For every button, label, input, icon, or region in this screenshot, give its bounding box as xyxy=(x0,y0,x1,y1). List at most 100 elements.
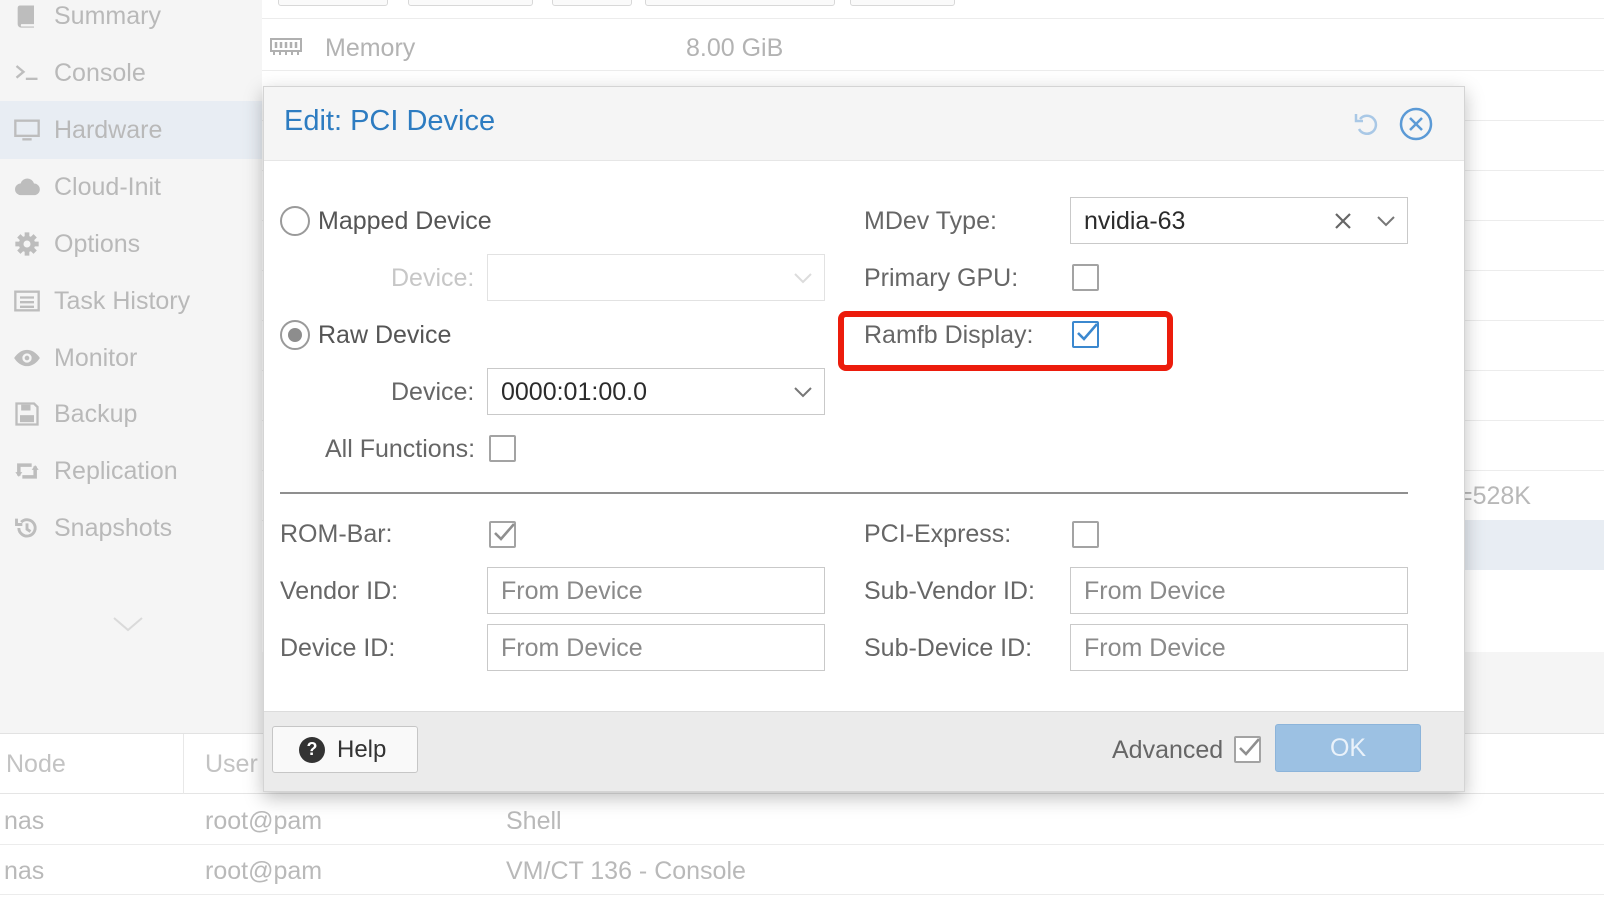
all-functions-label: All Functions: xyxy=(325,435,476,463)
vendor-id-placeholder: From Device xyxy=(501,577,643,605)
sidebar-item-task-history[interactable]: Task History xyxy=(0,272,262,330)
rom-bar-checkbox[interactable] xyxy=(489,521,516,548)
sidebar-item-options[interactable]: Options xyxy=(0,215,262,273)
raw-device-label: Raw Device xyxy=(318,321,452,349)
chevron-down-icon[interactable] xyxy=(110,612,146,636)
reset-button[interactable] xyxy=(1348,105,1386,143)
pci-express-label: PCI-Express: xyxy=(864,520,1012,548)
sidebar-item-console[interactable]: Console xyxy=(0,44,262,102)
memory-label: Memory xyxy=(325,33,416,62)
sidebar-item-cloud-init[interactable]: Cloud-Init xyxy=(0,158,262,216)
all-functions-checkbox[interactable] xyxy=(489,435,516,462)
terminal-icon xyxy=(0,59,54,87)
mapped-device-select xyxy=(487,254,825,301)
sidebar-item-backup[interactable]: Backup xyxy=(0,385,262,443)
advanced-checkbox[interactable] xyxy=(1234,736,1261,763)
ramfb-display-checkbox[interactable] xyxy=(1072,321,1099,348)
sidebar-item-label: Console xyxy=(54,58,146,87)
ramfb-display-label: Ramfb Display: xyxy=(864,321,1034,349)
help-button[interactable]: ? Help xyxy=(272,726,418,773)
clear-icon[interactable] xyxy=(1331,209,1355,233)
mapped-device-field-label: Device: xyxy=(391,264,475,292)
close-icon xyxy=(1399,107,1433,141)
mapped-device-label: Mapped Device xyxy=(318,207,492,235)
cell-user: root@pam xyxy=(205,807,323,835)
column-separator xyxy=(183,734,184,794)
sidebar-item-label: Summary xyxy=(54,1,161,30)
sidebar-item-replication[interactable]: Replication xyxy=(0,442,262,500)
memory-icon xyxy=(270,38,302,55)
book-icon xyxy=(0,2,54,30)
table-row[interactable]: nas root@pam Shell xyxy=(0,795,1604,845)
sub-device-id-input[interactable]: From Device xyxy=(1070,624,1408,671)
history-icon xyxy=(0,514,54,542)
device-id-label: Device ID: xyxy=(280,634,396,662)
checkmark-icon xyxy=(1239,738,1260,756)
raw-device-field-label: Device: xyxy=(391,378,475,406)
checkmark-icon xyxy=(494,523,515,541)
toolbar-button[interactable] xyxy=(278,0,388,6)
dialog-title: Edit: PCI Device xyxy=(284,105,496,137)
list-icon xyxy=(0,287,54,315)
chevron-down-icon[interactable] xyxy=(1375,210,1397,232)
cloud-icon xyxy=(0,173,54,201)
undo-icon xyxy=(1354,114,1378,135)
vendor-id-input[interactable]: From Device xyxy=(487,567,825,614)
retweet-icon xyxy=(0,457,54,485)
raw-device-select[interactable]: 0000:01:00.0 xyxy=(487,368,825,415)
sidebar-item-summary[interactable]: Summary xyxy=(0,0,262,45)
question-circle-icon: ? xyxy=(299,736,325,763)
rom-bar-label: ROM-Bar: xyxy=(280,520,393,548)
sidebar-item-label: Hardware xyxy=(54,115,163,144)
toolbar-button[interactable] xyxy=(645,0,835,6)
primary-gpu-checkbox[interactable] xyxy=(1072,264,1099,291)
chevron-down-icon[interactable] xyxy=(792,381,814,403)
primary-gpu-label: Primary GPU: xyxy=(864,264,1019,292)
mdev-type-value: nvidia-63 xyxy=(1084,207,1186,235)
cell-node: nas xyxy=(4,857,45,885)
advanced-label: Advanced xyxy=(1112,736,1224,764)
floppy-icon xyxy=(0,400,54,428)
ok-button[interactable]: OK xyxy=(1275,724,1421,772)
toolbar-button[interactable] xyxy=(850,0,955,6)
sidebar-item-snapshots[interactable]: Snapshots xyxy=(0,499,262,557)
dialog-header[interactable]: Edit: PCI Device xyxy=(264,87,1464,161)
toolbar-button[interactable] xyxy=(552,0,632,6)
sub-vendor-id-label: Sub-Vendor ID: xyxy=(864,577,1035,605)
mdev-type-label: MDev Type: xyxy=(864,207,997,235)
sidebar-item-label: Monitor xyxy=(54,343,138,372)
row-divider xyxy=(262,70,1604,71)
sidebar-item-label: Backup xyxy=(54,399,138,428)
eye-icon xyxy=(0,344,54,372)
sidebar-item-label: Cloud-Init xyxy=(54,172,161,201)
table-row[interactable]: nas root@pam VM/CT 136 - Console xyxy=(0,845,1604,895)
sidebar-item-hardware[interactable]: Hardware xyxy=(0,101,262,159)
mdev-type-select[interactable]: nvidia-63 xyxy=(1070,197,1408,244)
cell-node: nas xyxy=(4,807,45,835)
memory-value: 8.00 GiB xyxy=(686,33,784,62)
sidebar: Summary Console Hardware Cloud-Init Opti… xyxy=(0,0,262,652)
column-header-user[interactable]: User xyxy=(205,750,258,779)
device-id-input[interactable]: From Device xyxy=(487,624,825,671)
raw-device-radio[interactable] xyxy=(280,320,310,350)
raw-device-value: 0000:01:00.0 xyxy=(501,378,647,406)
desktop-icon xyxy=(0,116,54,144)
column-header-node[interactable]: Node xyxy=(6,750,66,779)
edit-pci-device-dialog: Edit: PCI Device Mapped Device Device: R… xyxy=(263,86,1465,792)
dialog-footer: ? Help Advanced OK xyxy=(264,711,1464,791)
row-divider xyxy=(262,18,1604,19)
chevron-down-icon xyxy=(794,273,812,284)
pci-express-checkbox[interactable] xyxy=(1072,521,1099,548)
toolbar-button[interactable] xyxy=(408,0,533,6)
cell-user: root@pam xyxy=(205,857,323,885)
hardware-partial-value: =528K xyxy=(1458,482,1531,510)
sidebar-item-monitor[interactable]: Monitor xyxy=(0,329,262,387)
sidebar-item-label: Task History xyxy=(54,286,191,315)
sidebar-item-label: Replication xyxy=(54,456,178,485)
close-button[interactable] xyxy=(1397,105,1435,143)
sidebar-item-label: Snapshots xyxy=(54,513,173,542)
gear-icon xyxy=(0,230,54,258)
section-divider xyxy=(280,492,1408,494)
mapped-device-radio[interactable] xyxy=(280,206,310,236)
sub-vendor-id-input[interactable]: From Device xyxy=(1070,567,1408,614)
